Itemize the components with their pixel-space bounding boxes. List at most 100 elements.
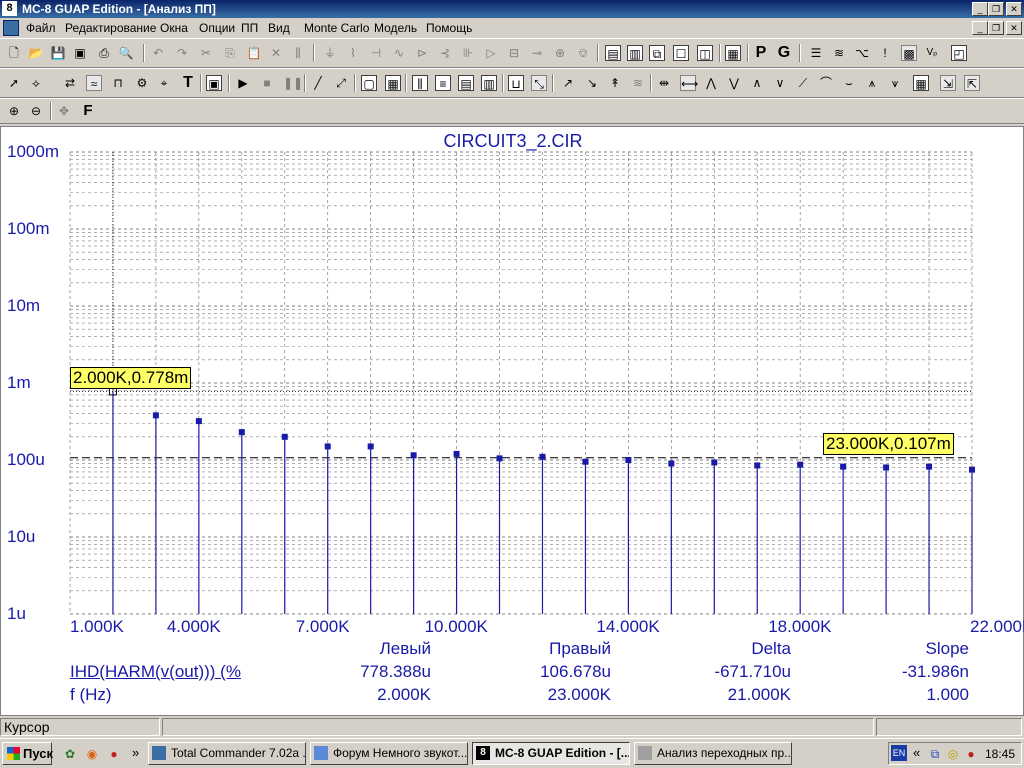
cursor-mode-right-icon[interactable]: ⇱	[964, 75, 980, 91]
window-tile-vertical-icon[interactable]: ▥	[627, 45, 643, 61]
peak-icon[interactable]: ⊓	[110, 75, 126, 91]
quicklaunch-opera-icon[interactable]: ●	[106, 746, 122, 762]
diode-icon[interactable]: ⊳	[414, 45, 430, 61]
quicklaunch-icq-icon[interactable]: ✿	[62, 746, 78, 762]
baseline-icon[interactable]: ⊔	[508, 75, 524, 91]
text-tool-icon[interactable]: T	[180, 75, 196, 91]
menu-model[interactable]: Модель	[374, 21, 417, 35]
info-icon[interactable]: !	[877, 45, 893, 61]
mdi-minimize-button[interactable]: _	[972, 21, 988, 35]
plot-window[interactable]: CIRCUIT3_2.CIR 1000m 100m 10m 1m 100u 10u 1u 1…	[0, 126, 1024, 716]
run-icon[interactable]: ▶	[235, 75, 251, 91]
cut-icon[interactable]: ✂	[198, 45, 214, 61]
window-tile-horizontal-icon[interactable]: ▤	[605, 45, 621, 61]
cursor-mode-left-icon[interactable]: ⇲	[940, 75, 956, 91]
image-icon[interactable]: ▣	[206, 75, 222, 91]
inductor-icon[interactable]: ∿	[391, 45, 407, 61]
cursor-both-icon[interactable]: ⟷	[680, 75, 698, 91]
grid-dotted-icon[interactable]: ▥	[481, 75, 497, 91]
curve-up-icon[interactable]: ⌒	[818, 75, 834, 91]
minor-grid-icon[interactable]: ≡	[435, 75, 451, 91]
mdi-restore-button[interactable]: ❐	[988, 21, 1004, 35]
menu-edit[interactable]: Редактирование	[65, 21, 156, 35]
auto-scale-icon[interactable]: ⇄	[62, 75, 78, 91]
capacitor-icon[interactable]: ⊣	[368, 45, 384, 61]
mdi-close-button[interactable]: ✕	[1006, 21, 1022, 35]
minimize-button[interactable]: _	[972, 2, 988, 16]
mosfet-icon[interactable]: ⊪	[460, 45, 476, 61]
wave-select-icon[interactable]: ≈	[86, 75, 102, 91]
scope-icon[interactable]: ⌖	[156, 75, 172, 91]
curve-down-icon[interactable]: ⌣	[841, 75, 857, 91]
menu-windows[interactable]: Окна	[160, 21, 188, 35]
major-grid-icon[interactable]: ⫼	[412, 75, 428, 91]
save-icon[interactable]: 💾	[50, 45, 66, 61]
voltage-display-icon[interactable]: Vₚ	[924, 45, 940, 61]
new-file-icon[interactable]: 🗋	[6, 45, 22, 61]
opamp-icon[interactable]: ▷	[483, 45, 499, 61]
stop-icon[interactable]: ■	[259, 75, 275, 91]
resistor-icon[interactable]: ⌇	[345, 45, 361, 61]
curve-max-icon[interactable]: ⩚	[864, 75, 880, 91]
menu-monte-carlo[interactable]: Monte Carlo	[304, 21, 369, 35]
menu-file[interactable]: Файл	[26, 21, 56, 35]
print-icon[interactable]: ⎙	[96, 45, 112, 61]
calculator-icon[interactable]: ▦	[725, 45, 741, 61]
left-cursor-label[interactable]: 2.000K,0.778m	[70, 367, 192, 389]
quicklaunch-chevron[interactable]: »	[132, 745, 139, 760]
rectangle-icon[interactable]: ▢	[361, 75, 377, 91]
pause-icon[interactable]: ❚❚	[283, 75, 303, 91]
restore-button[interactable]: ❐	[988, 2, 1004, 16]
chart-icon[interactable]: ◰	[951, 45, 967, 61]
next-peak-icon[interactable]: ⋀	[703, 75, 719, 91]
document-icon[interactable]	[3, 20, 19, 36]
source-icon[interactable]: ⊸	[529, 45, 545, 61]
switch-icon[interactable]: ⎊	[575, 45, 591, 61]
cursor-left-icon[interactable]: ⇹	[656, 75, 672, 91]
task-forum[interactable]: Форум Немного звукот...	[310, 742, 468, 765]
diagonal-line-icon[interactable]: ⤢	[333, 75, 349, 91]
tray-expand-arrows[interactable]: «	[913, 745, 920, 760]
save-all-icon[interactable]: ▣	[72, 45, 88, 61]
grid-toggle-icon[interactable]: ▩	[901, 45, 917, 61]
tracker-icon[interactable]: ⤡	[531, 75, 547, 91]
next-valley-right-icon[interactable]: ∨	[772, 75, 788, 91]
network-icon[interactable]: ⧉	[927, 746, 943, 762]
line-tool-icon[interactable]: ╱	[310, 75, 326, 91]
g-button[interactable]: G	[776, 45, 792, 61]
next-valley-icon[interactable]: ⋁	[726, 75, 742, 91]
node-numbers-icon[interactable]: ⌥	[854, 45, 870, 61]
delete-icon[interactable]: ✕	[268, 45, 284, 61]
task-analysis[interactable]: Анализ переходных пр...	[634, 742, 792, 765]
slope-icon[interactable]: ⟋	[795, 75, 811, 91]
signal-source-icon[interactable]: ⊕	[552, 45, 568, 61]
menu-pp[interactable]: ПП	[241, 21, 258, 35]
zoom-in-icon[interactable]: ⊕	[6, 103, 22, 119]
grid-icon[interactable]: ▦	[385, 75, 401, 91]
window-split-icon[interactable]: ◫	[697, 45, 713, 61]
curve-min-icon[interactable]: ⩛	[887, 75, 903, 91]
right-cursor-label[interactable]: 23.000K,0.107m	[823, 433, 954, 455]
properties-icon[interactable]: ⚙	[134, 75, 150, 91]
ground-icon[interactable]: ⏚	[322, 45, 338, 61]
tray-antivirus-icon[interactable]: ●	[963, 746, 979, 762]
table-icon[interactable]: ▦	[913, 75, 929, 91]
tray-app-icon[interactable]: ◎	[945, 746, 961, 762]
open-folder-icon[interactable]: 📂	[28, 45, 44, 61]
cursor-valley-icon[interactable]: ↘	[584, 75, 600, 91]
window-maximize-icon[interactable]: ☐	[673, 45, 689, 61]
cursor-low-icon[interactable]: ≋	[630, 75, 646, 91]
select-arrow-icon[interactable]: ➚	[6, 75, 22, 91]
expression-label[interactable]: IHD(HARM(v(out))) (%	[70, 662, 250, 682]
start-button[interactable]: Пуск	[2, 742, 53, 765]
menu-options[interactable]: Опции	[199, 21, 235, 35]
task-total-commander[interactable]: Total Commander 7.02a ...	[148, 742, 306, 765]
cursor-high-icon[interactable]: ↟	[607, 75, 623, 91]
window-cascade-icon[interactable]: ⧉	[649, 45, 665, 61]
waveform-icon[interactable]: ≋	[831, 45, 847, 61]
cursor-peak-icon[interactable]: ↗	[560, 75, 576, 91]
pan-icon[interactable]: ✥	[56, 103, 72, 119]
next-peak-right-icon[interactable]: ∧	[749, 75, 765, 91]
print-preview-icon[interactable]: 🔍	[118, 45, 134, 61]
component-list-icon[interactable]: ☰	[808, 45, 824, 61]
